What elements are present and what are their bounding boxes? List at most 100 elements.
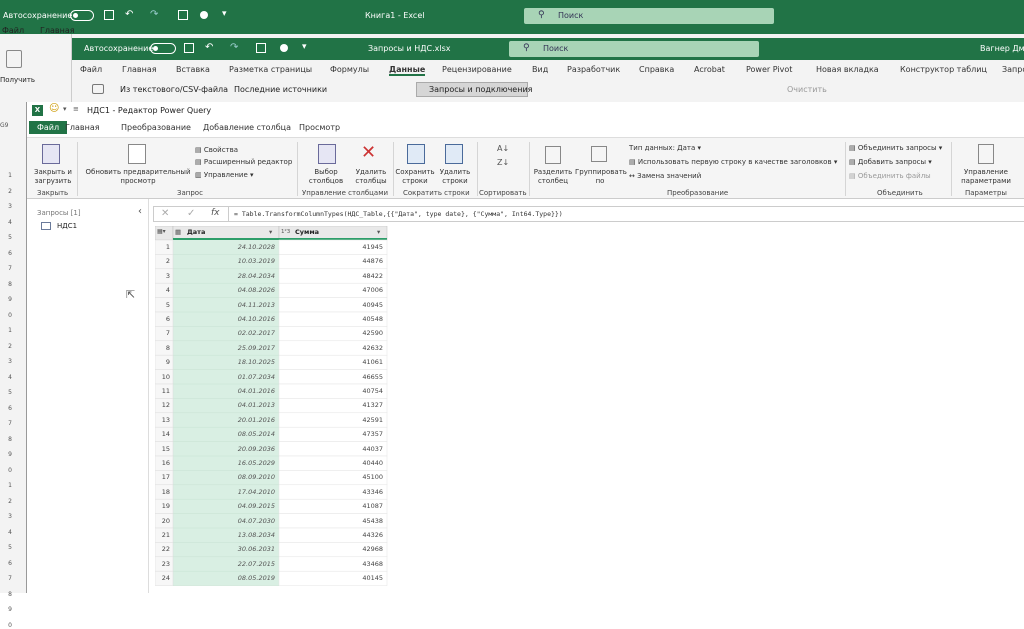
date-cell[interactable]: 20.09.2036 [173,442,275,456]
date-cell[interactable]: 18.10.2025 [173,355,275,369]
column-header-sum[interactable]: Сумма [295,225,365,239]
row-number[interactable]: 17 [155,470,170,484]
row-header[interactable]: 8 [0,591,12,598]
query-item[interactable]: НДС1 [57,222,77,230]
date-cell[interactable]: 24.10.2028 [173,240,275,254]
row-number[interactable]: 1 [155,240,170,254]
row-header[interactable]: 2 [0,498,12,505]
sum-cell[interactable]: 40754 [279,384,383,398]
ribbon-tab[interactable]: Новая вкладка [816,65,879,74]
search-box[interactable]: ⚲ Поиск [524,8,774,24]
smiley-icon[interactable]: ☺ [49,103,59,114]
ribbon-tab[interactable]: Рецензирование [442,65,512,74]
row-header[interactable]: 7 [0,575,12,582]
date-cell[interactable]: 04.01.2016 [173,384,275,398]
row-number[interactable]: 20 [155,514,170,528]
row-number[interactable]: 15 [155,442,170,456]
row-header[interactable]: 5 [0,544,12,551]
row-number[interactable]: 3 [155,269,170,283]
sum-cell[interactable]: 43346 [279,485,383,499]
sum-cell[interactable]: 44326 [279,528,383,542]
keep-rows-button[interactable]: Сохранить строки [395,168,435,186]
ribbon-tab[interactable]: Power Pivot [746,65,792,74]
cell-reference[interactable]: G9 [0,122,8,129]
choose-columns-button[interactable]: Выбор столбцов [303,168,349,186]
sum-cell[interactable]: 40945 [279,298,383,312]
sum-cell[interactable]: 42968 [279,542,383,556]
collapse-pane-icon[interactable]: ‹ [138,206,142,217]
row-number[interactable]: 14 [155,427,170,441]
sum-cell[interactable]: 42632 [279,341,383,355]
date-cell[interactable]: 08.05.2019 [173,571,275,585]
ribbon-tab[interactable]: Главная [122,65,157,74]
manage-parameters-button[interactable]: Управление параметрами [955,168,1017,186]
sum-cell[interactable]: 45438 [279,514,383,528]
sum-cell[interactable]: 41945 [279,240,383,254]
save-icon[interactable] [184,43,194,53]
function-icon[interactable]: fx [211,208,220,218]
remove-columns-button[interactable]: Удалить столбцы [351,168,391,186]
ribbon-tab[interactable]: Справка [639,65,674,74]
date-cell[interactable]: 04.11.2013 [173,298,275,312]
sum-cell[interactable]: 40145 [279,571,383,585]
row-header[interactable]: 1 [0,327,12,334]
date-cell[interactable]: 17.04.2010 [173,485,275,499]
sum-cell[interactable]: 42591 [279,413,383,427]
row-header[interactable]: 8 [0,436,12,443]
ribbon-tab[interactable]: Конструктор таблиц [900,65,987,74]
sum-cell[interactable]: 48422 [279,269,383,283]
form-icon[interactable] [256,43,266,53]
recent-sources-button[interactable]: Последние источники [234,85,327,94]
manage-button[interactable]: ▥ Управление ▾ [195,171,254,179]
integer-type-icon[interactable]: 1²3 [281,225,295,239]
row-header[interactable]: 5 [0,234,12,241]
date-cell[interactable]: 04.08.2026 [173,283,275,297]
split-column-button[interactable]: Разделить столбец [531,168,575,186]
row-number[interactable]: 21 [155,528,170,542]
properties-button[interactable]: ▤ Свойства [195,146,238,154]
merge-queries-button[interactable]: ▤ Объединить запросы ▾ [849,144,942,152]
date-cell[interactable]: 13.08.2034 [173,528,275,542]
column-header-date[interactable]: Дата [187,225,257,239]
undo-icon[interactable]: ↶ [125,9,133,20]
date-cell[interactable]: 02.02.2017 [173,326,275,340]
row-header[interactable]: 4 [0,529,12,536]
date-cell[interactable]: 04.09.2015 [173,499,275,513]
queries-connections-button[interactable]: Запросы и подключения [416,82,532,97]
row-number[interactable]: 2 [155,254,170,268]
ribbon-tab[interactable]: Acrobat [694,65,725,74]
sum-cell[interactable]: 41087 [279,499,383,513]
date-cell[interactable]: 16.05.2029 [173,456,275,470]
sum-cell[interactable]: 45100 [279,470,383,484]
form-icon[interactable] [178,10,188,20]
ribbon-tab[interactable]: Файл [80,65,102,74]
sum-cell[interactable]: 40548 [279,312,383,326]
pq-tab[interactable]: Добавление столбца [203,123,291,132]
row-number[interactable]: 13 [155,413,170,427]
row-number[interactable]: 7 [155,326,170,340]
row-header[interactable]: 6 [0,560,12,567]
sum-cell[interactable]: 47006 [279,283,383,297]
sum-cell[interactable]: 44876 [279,254,383,268]
row-header[interactable]: 2 [0,343,12,350]
ribbon-tab[interactable]: Данные [389,65,426,76]
ribbon-tab[interactable]: Вид [532,65,548,74]
pq-tab[interactable]: Просмотр [299,123,340,132]
row-header[interactable]: 6 [0,250,12,257]
get-data-icon[interactable] [6,50,22,68]
combine-files-button[interactable]: ▤ Объединить файлы [849,172,931,180]
sum-cell[interactable]: 46655 [279,370,383,384]
autosave-toggle[interactable] [150,43,176,54]
row-header[interactable]: 4 [0,219,12,226]
row-header[interactable]: 5 [0,389,12,396]
row-number[interactable]: 16 [155,456,170,470]
date-cell[interactable]: 25.09.2017 [173,341,275,355]
row-header[interactable]: 3 [0,358,12,365]
ribbon-tab[interactable]: Разработчик [567,65,620,74]
date-cell[interactable]: 20.01.2016 [173,413,275,427]
sum-cell[interactable]: 41327 [279,398,383,412]
remove-rows-button[interactable]: Удалить строки [435,168,475,186]
row-number[interactable]: 23 [155,557,170,571]
sum-cell[interactable]: 43468 [279,557,383,571]
sum-cell[interactable]: 47357 [279,427,383,441]
